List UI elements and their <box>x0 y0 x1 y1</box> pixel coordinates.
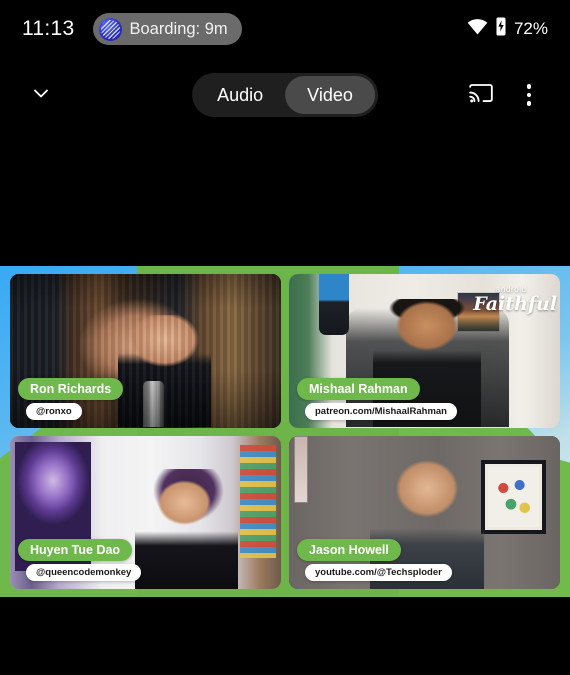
cast-button[interactable] <box>460 74 502 116</box>
shirt-rack-prop <box>240 444 276 559</box>
participant-badge: Huyen Tue Dao @queencodemonkey <box>18 539 142 581</box>
cast-icon <box>468 82 494 109</box>
boarding-chip-label: Boarding: 9m <box>129 19 228 38</box>
participant-figure <box>134 469 238 589</box>
participant-handle: youtube.com/@Techsploder <box>305 564 452 581</box>
participant-name: Ron Richards <box>18 377 124 400</box>
collapse-button[interactable] <box>20 74 62 116</box>
wifi-icon <box>467 18 488 40</box>
android-faithful-logo: android Faithful <box>473 286 558 316</box>
participant-tile[interactable]: Ron Richards @ronxo <box>10 274 281 428</box>
more-vertical-icon <box>526 84 532 106</box>
participant-grid: Ron Richards @ronxo android Faithful Mis… <box>0 266 570 597</box>
door-strip-prop <box>294 435 308 504</box>
microphone-prop <box>318 274 349 336</box>
phone-screen: 11:13 Boarding: 9m 72% Audio Video Ron R… <box>0 0 570 675</box>
framed-art-prop <box>481 460 547 534</box>
overflow-menu-button[interactable] <box>508 74 550 116</box>
participant-name: Jason Howell <box>297 539 401 561</box>
tab-audio[interactable]: Audio <box>195 76 285 114</box>
status-bar: 11:13 Boarding: 9m 72% <box>0 0 570 58</box>
participant-handle: patreon.com/MishaalRahman <box>305 402 457 420</box>
boarding-status-chip[interactable]: Boarding: 9m <box>92 13 242 45</box>
participant-tile[interactable]: android Faithful Mishaal Rahman patreon.… <box>289 274 560 428</box>
audio-video-toggle: Audio Video <box>192 73 378 117</box>
participant-tile[interactable]: Huyen Tue Dao @queencodemonkey <box>10 435 281 589</box>
participant-badge: Jason Howell youtube.com/@Techsploder <box>297 539 452 581</box>
video-stage: Ron Richards @ronxo android Faithful Mis… <box>0 266 570 597</box>
toolbar-actions <box>460 74 550 116</box>
participant-handle: @ronxo <box>26 402 82 420</box>
flight-boarding-icon <box>98 17 122 41</box>
microphone-prop <box>142 381 165 428</box>
status-bar-indicators: 72% <box>467 17 548 41</box>
participant-name: Mishaal Rahman <box>297 377 420 400</box>
status-bar-clock: 11:13 <box>22 17 75 40</box>
chevron-down-icon <box>29 81 53 110</box>
battery-charging-icon <box>495 17 507 41</box>
participant-badge: Mishaal Rahman patreon.com/MishaalRahman <box>297 377 457 420</box>
player-toolbar: Audio Video <box>0 62 570 128</box>
participant-figure <box>118 315 211 428</box>
participant-name: Huyen Tue Dao <box>18 539 133 561</box>
participant-tile[interactable]: Jason Howell youtube.com/@Techsploder <box>289 435 560 589</box>
tab-video[interactable]: Video <box>285 76 375 114</box>
participant-badge: Ron Richards @ronxo <box>18 377 124 420</box>
battery-percent-label: 72% <box>513 19 548 38</box>
logo-main-text: Faithful <box>473 293 558 316</box>
participant-handle: @queencodemonkey <box>26 564 142 581</box>
